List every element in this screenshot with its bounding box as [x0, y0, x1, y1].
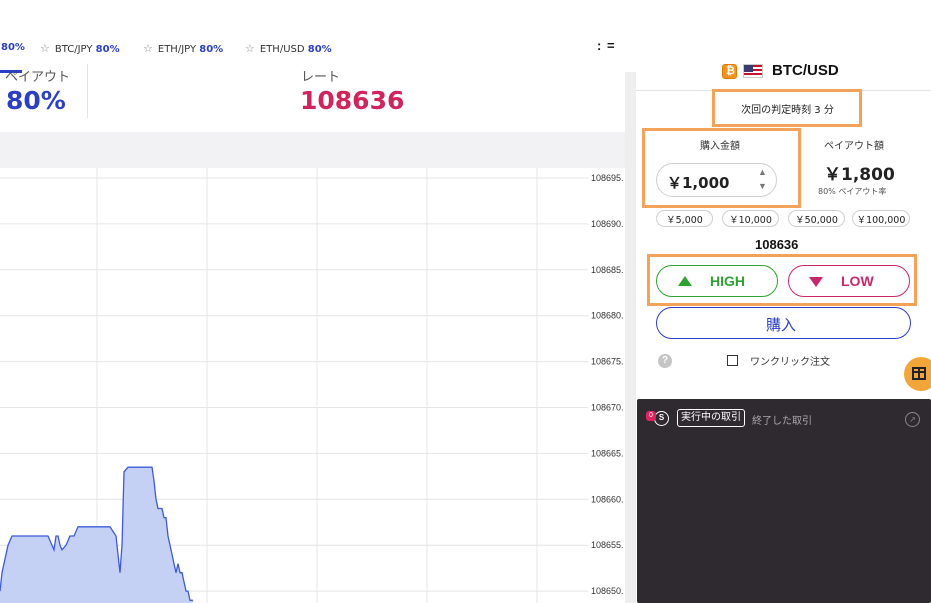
- watchlist-pair: BTC/JPY: [54, 44, 93, 55]
- y-tick-label: 108660.: [591, 494, 624, 504]
- pair-name[interactable]: BTC/USD: [772, 62, 839, 79]
- watchlist-pair: ETH/JPY: [157, 44, 197, 55]
- trades-panel: [637, 399, 931, 603]
- y-tick-label: 108655.: [591, 540, 624, 550]
- decrement-icon[interactable]: ▼: [758, 181, 767, 191]
- high-label[interactable]: HIGH: [710, 273, 745, 289]
- rate-label: レート: [301, 70, 341, 85]
- y-tick-label: 108665.: [591, 448, 624, 458]
- watchlist-item-btc-jpy[interactable]: ☆ BTC/JPY 80%: [40, 42, 120, 55]
- star-icon[interactable]: ☆: [245, 42, 255, 55]
- watchlist-payout: 80%: [199, 44, 224, 55]
- star-icon[interactable]: ☆: [40, 42, 50, 55]
- amount-value[interactable]: ￥1,000: [667, 172, 729, 193]
- y-tick-label: 108675.: [591, 357, 624, 367]
- external-link-icon[interactable]: ↗: [905, 412, 920, 427]
- trade-count-badge: 0: [646, 411, 656, 421]
- watchlist-payout: 80%: [95, 44, 120, 55]
- divider: [87, 64, 88, 118]
- payout-rate: 80% ペイアウト率: [818, 187, 887, 196]
- y-tick-label: 108680.: [591, 311, 624, 321]
- next-judgement-time: 次回の判定時刻 3 分: [741, 105, 834, 116]
- payout-value: 80%: [6, 86, 66, 115]
- oneclick-checkbox[interactable]: [727, 355, 738, 366]
- payout-amount-value: ￥1,800: [824, 165, 895, 185]
- quick-amount-button[interactable]: ￥5,000: [656, 210, 713, 227]
- y-tick-label: 108670.: [591, 403, 624, 413]
- watchlist-payout: 80%: [307, 44, 332, 55]
- quick-amount-button[interactable]: ￥100,000: [852, 210, 910, 227]
- scrollbar[interactable]: [625, 72, 636, 603]
- help-icon[interactable]: ?: [658, 354, 672, 368]
- tab-finished-trades[interactable]: 終了した取引: [752, 412, 812, 427]
- arrow-up-icon: [678, 276, 692, 286]
- chart-svg: 108695. 108690. 108685. 108680. 108675. 10867…: [0, 168, 624, 603]
- low-label[interactable]: LOW: [841, 273, 874, 289]
- quick-amount-button[interactable]: ￥50,000: [788, 210, 845, 227]
- watchlist-item[interactable]: 80%: [1, 42, 25, 53]
- us-flag-icon: [743, 64, 763, 78]
- trade-history-icon: S: [654, 411, 669, 426]
- y-tick-label: 108685.: [591, 265, 624, 275]
- tab-active-trades[interactable]: 実行中の取引: [677, 409, 745, 427]
- watchlist-pair: ETH/USD: [259, 44, 305, 55]
- star-icon[interactable]: ☆: [143, 42, 153, 55]
- current-rate: 108636: [755, 237, 799, 252]
- menu-icon[interactable]: : =: [597, 38, 616, 53]
- watchlist-item-eth-jpy[interactable]: ☆ ETH/JPY 80%: [143, 42, 223, 55]
- bitcoin-icon: [722, 64, 737, 79]
- payout-label: ペイアウト: [5, 70, 71, 85]
- payout-amount-label: ペイアウト額: [824, 141, 884, 152]
- watchlist-item-eth-usd[interactable]: ☆ ETH/USD 80%: [245, 42, 332, 55]
- quick-amount-button[interactable]: ￥10,000: [722, 210, 779, 227]
- increment-icon[interactable]: ▲: [758, 167, 767, 177]
- chart-toolbar: [0, 132, 625, 168]
- y-tick-label: 108690.: [591, 219, 624, 229]
- arrow-down-icon: [809, 277, 823, 287]
- y-tick-label: 108695.: [591, 173, 624, 183]
- watchlist-payout: 80%: [1, 42, 25, 53]
- rate-value: 108636: [300, 86, 405, 115]
- gift-icon: [912, 367, 926, 380]
- y-tick-label: 108650.: [591, 586, 624, 596]
- buy-label[interactable]: 購入: [766, 314, 796, 335]
- price-chart[interactable]: 108695. 108690. 108685. 108680. 108675. 10867…: [0, 168, 625, 603]
- amount-label: 購入金額: [700, 141, 740, 152]
- oneclick-label[interactable]: ワンクリック注文: [750, 353, 830, 368]
